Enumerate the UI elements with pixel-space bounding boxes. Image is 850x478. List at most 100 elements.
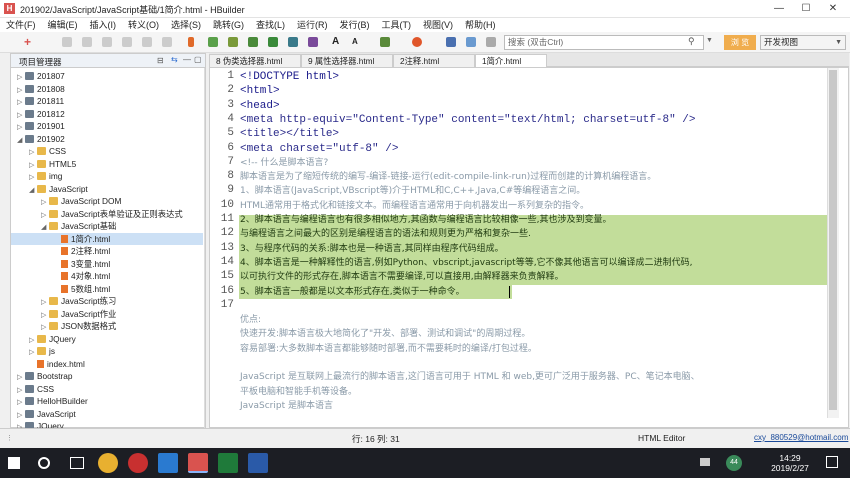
- edge-icon[interactable]: [446, 37, 456, 47]
- hbuilder-taskbar-icon[interactable]: [188, 453, 208, 473]
- menu-item[interactable]: 帮助(H): [459, 18, 502, 32]
- tree-item[interactable]: ◢ JavaScript: [11, 183, 203, 195]
- tree-item[interactable]: ▷ CSS: [11, 383, 203, 395]
- link-editor-icon[interactable]: ⇆: [171, 55, 178, 64]
- tree-item[interactable]: 3变量.html: [11, 258, 203, 270]
- tree-item[interactable]: ▷ Bootstrap: [11, 370, 203, 382]
- tree-item[interactable]: ◢ JavaScript基础: [11, 220, 203, 232]
- user-account-link[interactable]: cxy_880529@hotmail.com: [754, 433, 848, 442]
- task-view-icon[interactable]: [70, 457, 84, 469]
- menu-item[interactable]: 编辑(E): [42, 18, 84, 32]
- tree-item[interactable]: ▷ HTML5: [11, 158, 203, 170]
- minimize-panel-icon[interactable]: —: [183, 55, 191, 64]
- cut-icon[interactable]: [162, 37, 172, 47]
- minimize-button[interactable]: —: [766, 0, 792, 18]
- editor-tab[interactable]: 9 属性选择器.html: [301, 54, 393, 67]
- sidebar-scrollbar[interactable]: [204, 68, 205, 428]
- tree-item[interactable]: ▷ 201901: [11, 120, 203, 132]
- folder-icon: [49, 322, 58, 330]
- save-all-icon[interactable]: [82, 37, 92, 47]
- menu-item[interactable]: 查找(L): [250, 18, 291, 32]
- word-icon[interactable]: [248, 453, 268, 473]
- tree-item[interactable]: ▷ JavaScript作业: [11, 308, 203, 320]
- tree-item[interactable]: 2注释.html: [11, 245, 203, 257]
- tray-icon[interactable]: [700, 458, 710, 466]
- excel-icon[interactable]: [218, 453, 238, 473]
- tree-item[interactable]: ▷ JavaScript练习: [11, 295, 203, 307]
- menu-item[interactable]: 转义(O): [122, 18, 165, 32]
- font-larger-icon[interactable]: A: [332, 36, 339, 47]
- menu-item[interactable]: 文件(F): [0, 18, 42, 32]
- run-icon[interactable]: [380, 37, 390, 47]
- phone-preview-icon[interactable]: [486, 37, 496, 47]
- editor-tab[interactable]: 1简介.html: [475, 54, 547, 67]
- search-icon[interactable]: ⚲: [688, 36, 695, 47]
- close-file-icon[interactable]: [102, 37, 112, 47]
- menu-item[interactable]: 插入(I): [84, 18, 123, 32]
- notification-icon[interactable]: [826, 456, 838, 468]
- tree-item[interactable]: index.html: [11, 358, 203, 370]
- tree-item[interactable]: ▷ js: [11, 345, 203, 357]
- font-smaller-icon[interactable]: A: [352, 37, 358, 46]
- tree-item[interactable]: 5数组.html: [11, 283, 203, 295]
- tree-item[interactable]: ▷ 201808: [11, 83, 203, 95]
- menu-item[interactable]: 视图(V): [417, 18, 459, 32]
- line-number: 5: [227, 127, 234, 140]
- code-editor[interactable]: 1 2 3 4 5 6 7 8 9 10 11 12 13 14 15 16 17 <!DOCTYPE html…: [209, 67, 849, 428]
- view-select[interactable]: 开发视图 ▼: [760, 35, 846, 50]
- tree-item[interactable]: ▷ JavaScript表单验证及正则表达式: [11, 208, 203, 220]
- search-input[interactable]: 搜索 (双击Ctrl): [504, 35, 704, 50]
- editor-tab[interactable]: 8 伪类选择器.html: [209, 54, 301, 67]
- tree-item[interactable]: ▷ JavaScript DOM: [11, 195, 203, 207]
- tree-item[interactable]: ▷ CSS: [11, 145, 203, 157]
- chrome-icon[interactable]: [98, 453, 118, 473]
- outdent-icon[interactable]: [288, 37, 298, 47]
- close-button[interactable]: ✕: [820, 0, 846, 18]
- tree-item[interactable]: ▷ 201807: [11, 70, 203, 82]
- code-line: 快速开发:脚本语言极大地简化了"开发、部署、测试和调试"的周期过程。: [240, 329, 531, 340]
- new-file-icon[interactable]: +: [24, 35, 31, 49]
- indent-icon[interactable]: [268, 37, 278, 47]
- search-icon[interactable]: [38, 457, 50, 469]
- tree-item[interactable]: ▷JQuery: [11, 333, 203, 345]
- save-icon[interactable]: [62, 37, 72, 47]
- windows-start-icon[interactable]: [8, 457, 20, 469]
- copy-icon[interactable]: [228, 37, 238, 47]
- tray-badge[interactable]: 44: [726, 455, 742, 471]
- comment-icon[interactable]: [308, 37, 318, 47]
- format-icon[interactable]: [248, 37, 258, 47]
- collapse-all-icon[interactable]: ⊟: [157, 56, 164, 65]
- menu-item[interactable]: 工具(T): [376, 18, 418, 32]
- editor-tab[interactable]: 2注释.html: [393, 54, 475, 67]
- tree-item[interactable]: ◢ 201902: [11, 133, 203, 145]
- tree-item[interactable]: ▷ img: [11, 170, 203, 182]
- browser-run-icon[interactable]: [412, 37, 422, 47]
- tree-item[interactable]: ▷ JSON数据格式: [11, 320, 203, 332]
- editor-scrollbar-thumb[interactable]: [829, 70, 837, 410]
- search-dropdown-icon[interactable]: ▼: [706, 37, 713, 44]
- tree-item[interactable]: 4对象.html: [11, 270, 203, 282]
- tree-item-label: HelloHBuilder: [37, 396, 88, 406]
- menu-item[interactable]: 选择(S): [165, 18, 207, 32]
- maximize-button[interactable]: ☐: [793, 0, 819, 18]
- menu-item[interactable]: 跳转(G): [207, 18, 250, 32]
- redo-icon[interactable]: [142, 37, 152, 47]
- maximize-panel-icon[interactable]: ▢: [194, 55, 202, 64]
- tree-item[interactable]: ▷ 201812: [11, 108, 203, 120]
- tree-item[interactable]: 1简介.html: [11, 232, 203, 245]
- explorer-icon[interactable]: [158, 453, 178, 473]
- browse-button[interactable]: 浏 览: [724, 35, 756, 50]
- split-view-icon[interactable]: [466, 37, 476, 47]
- tree-item[interactable]: ▷ 201811: [11, 95, 203, 107]
- undo-icon[interactable]: [122, 37, 132, 47]
- tree-item-label: CSS: [37, 383, 55, 394]
- tree-item[interactable]: ▷ JavaScript: [11, 408, 203, 420]
- status-dots: ⋮: [6, 435, 13, 442]
- new-tab-icon[interactable]: [208, 37, 218, 47]
- tree-item[interactable]: ▷ HelloHBuilder: [11, 395, 203, 407]
- menu-item[interactable]: 发行(B): [334, 18, 376, 32]
- system-clock[interactable]: 14:29 2019/2/27: [760, 453, 820, 473]
- bookmark-icon[interactable]: [188, 37, 194, 47]
- recorder-icon[interactable]: [128, 453, 148, 473]
- menu-item[interactable]: 运行(R): [291, 18, 334, 32]
